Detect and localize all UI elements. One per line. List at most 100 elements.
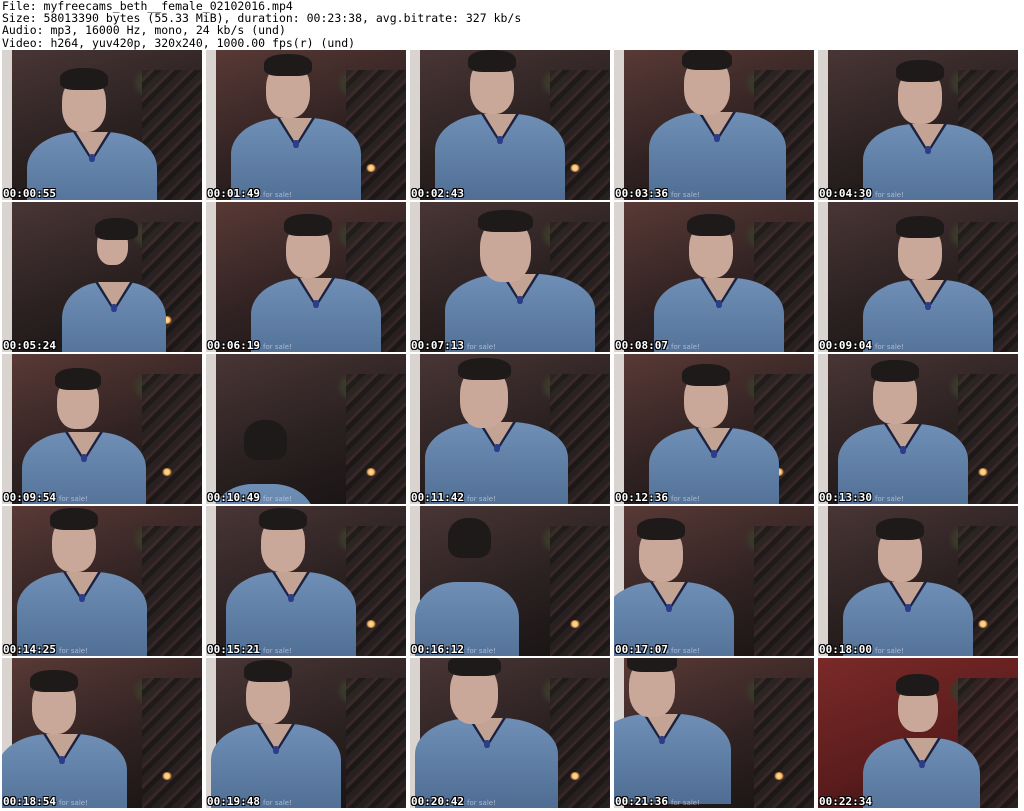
candle-light bbox=[570, 772, 580, 780]
candle-light bbox=[162, 772, 172, 780]
thumbnail-timestamp: 00:14:25 bbox=[3, 643, 56, 656]
door-frame bbox=[614, 354, 624, 504]
thumbnail-timestamp: 00:02:43 bbox=[411, 187, 464, 200]
door-frame bbox=[206, 202, 216, 352]
candle-light bbox=[978, 468, 988, 476]
pendant-necklace bbox=[313, 300, 319, 308]
door-frame bbox=[818, 354, 828, 504]
thumbnail-frame: nts for sale! 00:13:30 bbox=[818, 354, 1018, 504]
thumbnail-timestamp: 00:21:36 bbox=[615, 795, 668, 808]
thumbnail-timestamp: 00:16:12 bbox=[411, 643, 464, 656]
door-frame bbox=[2, 354, 12, 504]
pendant-necklace bbox=[80, 454, 87, 462]
candle-light bbox=[366, 164, 376, 172]
curtain-shape bbox=[142, 678, 202, 808]
curtain-shape bbox=[550, 526, 610, 656]
pendant-necklace bbox=[79, 594, 85, 602]
thumbnail-frame: nts for sale! 00:19:48 bbox=[206, 658, 406, 808]
thumbnail-frame: nts for sale! 00:06:19 bbox=[206, 202, 406, 352]
person-hair bbox=[687, 214, 735, 236]
candle-light bbox=[162, 468, 172, 476]
door-frame bbox=[410, 202, 420, 352]
thumbnail-frame: nts for sale! 00:14:25 bbox=[2, 506, 202, 656]
thumbnail-frame: 00:02:43 bbox=[410, 50, 610, 200]
person-hair bbox=[637, 518, 685, 540]
person-hair bbox=[284, 214, 332, 236]
pendant-necklace bbox=[483, 740, 490, 748]
thumbnail-timestamp: 00:17:07 bbox=[615, 643, 668, 656]
thumbnail-frame: nts for sale! 00:01:49 bbox=[206, 50, 406, 200]
curtain-shape bbox=[346, 678, 406, 808]
thumbnail-timestamp: 00:03:36 bbox=[615, 187, 668, 200]
pendant-necklace bbox=[716, 300, 722, 308]
thumbnail-frame: 00:00:55 bbox=[2, 50, 202, 200]
pendant-necklace bbox=[59, 756, 65, 764]
thumbnail-timestamp: 00:19:48 bbox=[207, 795, 260, 808]
person-hair bbox=[627, 658, 678, 672]
person-hair bbox=[244, 660, 292, 682]
pendant-necklace bbox=[711, 450, 717, 458]
thumbnail-timestamp: 00:22:34 bbox=[819, 795, 872, 808]
thumbnail-frame: nts for sale! 00:21:36 bbox=[614, 658, 814, 808]
person-hair bbox=[896, 60, 944, 82]
thumbnail-frame: nts for sale! 00:04:30 bbox=[818, 50, 1018, 200]
door-frame bbox=[818, 50, 828, 200]
door-frame bbox=[206, 354, 216, 504]
door-frame bbox=[614, 202, 624, 352]
person-hair bbox=[60, 68, 108, 90]
door-frame bbox=[818, 202, 828, 352]
person-hair bbox=[458, 358, 511, 380]
pendant-necklace bbox=[516, 296, 523, 304]
pendant-necklace bbox=[111, 304, 117, 312]
thumbnail-frame: nts for sale! 00:16:12 bbox=[410, 506, 610, 656]
thumbnail-frame: nts for sale! 00:20:42 bbox=[410, 658, 610, 808]
door-frame bbox=[818, 506, 828, 656]
thumbnail-timestamp: 00:18:00 bbox=[819, 643, 872, 656]
person-hair bbox=[95, 218, 139, 240]
pendant-necklace bbox=[497, 136, 503, 144]
thumbnail-frame: nts for sale! 00:08:07 bbox=[614, 202, 814, 352]
thumbnail-frame: 00:22:34 bbox=[818, 658, 1018, 808]
person-hair bbox=[55, 368, 101, 390]
person-hair bbox=[30, 670, 78, 692]
candle-light bbox=[978, 620, 988, 628]
door-frame bbox=[2, 506, 12, 656]
thumbnail-frame: nts for sale! 00:09:54 bbox=[2, 354, 202, 504]
person-hair bbox=[264, 54, 312, 76]
curtain-shape bbox=[754, 678, 814, 808]
thumbnail-timestamp: 00:10:49 bbox=[207, 491, 260, 504]
candle-light bbox=[774, 772, 784, 780]
thumbnail-frame: nts for sale! 00:12:36 bbox=[614, 354, 814, 504]
door-frame bbox=[410, 354, 420, 504]
curtain-shape bbox=[754, 526, 814, 656]
person-hair bbox=[468, 50, 516, 72]
thumbnail-timestamp: 00:09:54 bbox=[3, 491, 56, 504]
thumbnail-frame: nts for sale! 00:09:04 bbox=[818, 202, 1018, 352]
pendant-necklace bbox=[925, 146, 931, 154]
person-hair bbox=[448, 518, 492, 558]
video-info-line: Video: h264, yuv420p, 320x240, 1000.00 f… bbox=[2, 35, 356, 50]
pendant-necklace bbox=[273, 746, 279, 754]
thumbnail-timestamp: 00:11:42 bbox=[411, 491, 464, 504]
person-hair bbox=[682, 364, 730, 386]
person-hair bbox=[50, 508, 98, 530]
person-hair bbox=[876, 518, 924, 540]
curtain-shape bbox=[142, 526, 202, 656]
thumbnail-frame: 00:05:24 bbox=[2, 202, 202, 352]
pendant-necklace bbox=[714, 134, 721, 142]
candle-light bbox=[570, 164, 580, 172]
thumbnail-frame: nts for sale! 00:15:21 bbox=[206, 506, 406, 656]
pendant-necklace bbox=[493, 444, 500, 452]
door-frame bbox=[2, 202, 12, 352]
thumbnail-timestamp: 00:01:49 bbox=[207, 187, 260, 200]
curtain-shape bbox=[142, 374, 202, 504]
thumbnail-frame: nts for sale! 00:11:42 bbox=[410, 354, 610, 504]
candle-light bbox=[570, 620, 580, 628]
door-frame bbox=[206, 50, 216, 200]
person-hair bbox=[478, 210, 534, 232]
thumbnail-timestamp: 00:04:30 bbox=[819, 187, 872, 200]
file-info-header: File: myfreecams_beth__female_02102016.m… bbox=[2, 0, 1020, 50]
pendant-necklace bbox=[918, 760, 925, 768]
curtain-shape bbox=[550, 678, 610, 808]
person-hair bbox=[896, 216, 944, 238]
